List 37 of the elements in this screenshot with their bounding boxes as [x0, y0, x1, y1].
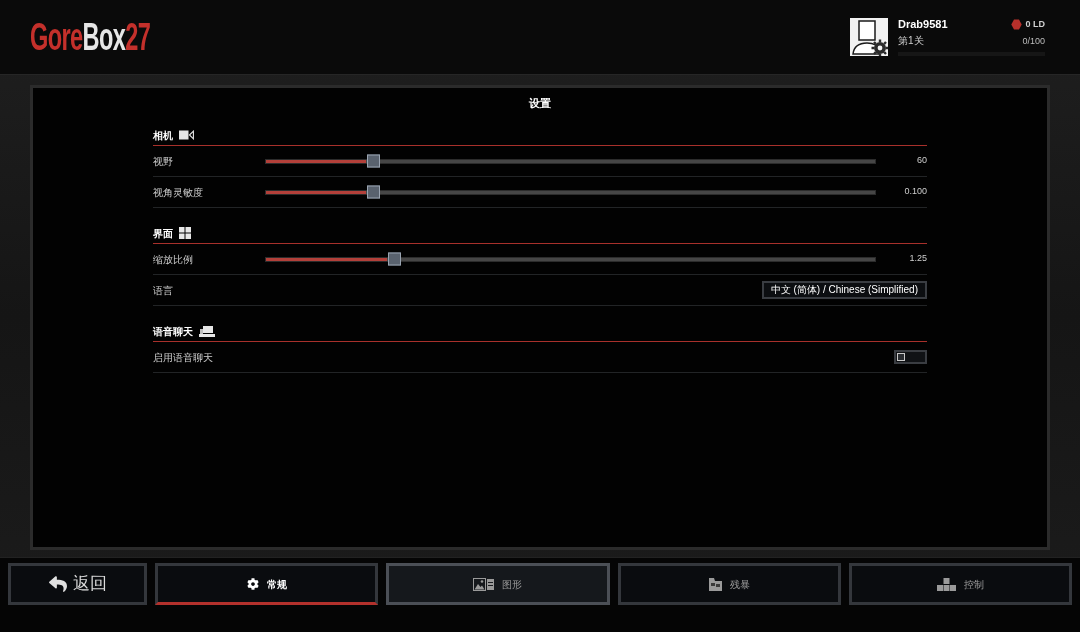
- image-icon: [473, 577, 495, 591]
- section-title: 语音聊天: [153, 324, 193, 339]
- hexagon-icon: [1011, 19, 1023, 31]
- tab[interactable]: 残暴: [617, 563, 841, 605]
- back-icon: [48, 575, 67, 593]
- grid-icon: [179, 227, 191, 239]
- slider-thumb[interactable]: [387, 252, 401, 266]
- setting-label: 启用语音聊天: [153, 350, 214, 365]
- setting-label: 视角灵敏度: [153, 185, 204, 200]
- setting-label: 视野: [153, 154, 174, 169]
- slider-value: 1.25: [908, 252, 927, 266]
- slider-thumb[interactable]: [366, 154, 380, 168]
- section-title: 界面: [153, 226, 173, 241]
- section-title: 相机: [153, 128, 173, 143]
- setting-label: 语言: [153, 283, 174, 298]
- tab[interactable]: 常规: [155, 563, 379, 605]
- currency-amount: 0 LD: [1025, 18, 1045, 31]
- logo: GoreBox27: [30, 18, 151, 56]
- gear-icon: [246, 578, 259, 590]
- toggle-switch[interactable]: [894, 350, 927, 364]
- level-label: 第1关: [898, 35, 924, 48]
- keys-icon: [936, 577, 956, 591]
- panel-title: 设置: [528, 96, 552, 110]
- tab[interactable]: 控制: [848, 563, 1072, 605]
- setting-label: 缩放比例: [153, 252, 194, 267]
- back-button[interactable]: 返回: [8, 563, 147, 605]
- camera-icon: [179, 130, 194, 140]
- tab[interactable]: 图形: [386, 563, 610, 605]
- language-dropdown[interactable]: 中文 (简体) / Chinese (Simplified): [761, 281, 927, 299]
- player-name: Drab9581: [898, 18, 948, 32]
- computer-icon: [199, 325, 215, 337]
- slider-thumb[interactable]: [366, 185, 380, 199]
- avatar-icon: [850, 18, 888, 56]
- slider-value: 60: [916, 154, 927, 168]
- xp-counter: 0/100: [1022, 34, 1045, 48]
- folder-icon: [708, 577, 722, 591]
- slider-value: 0.100: [903, 185, 927, 199]
